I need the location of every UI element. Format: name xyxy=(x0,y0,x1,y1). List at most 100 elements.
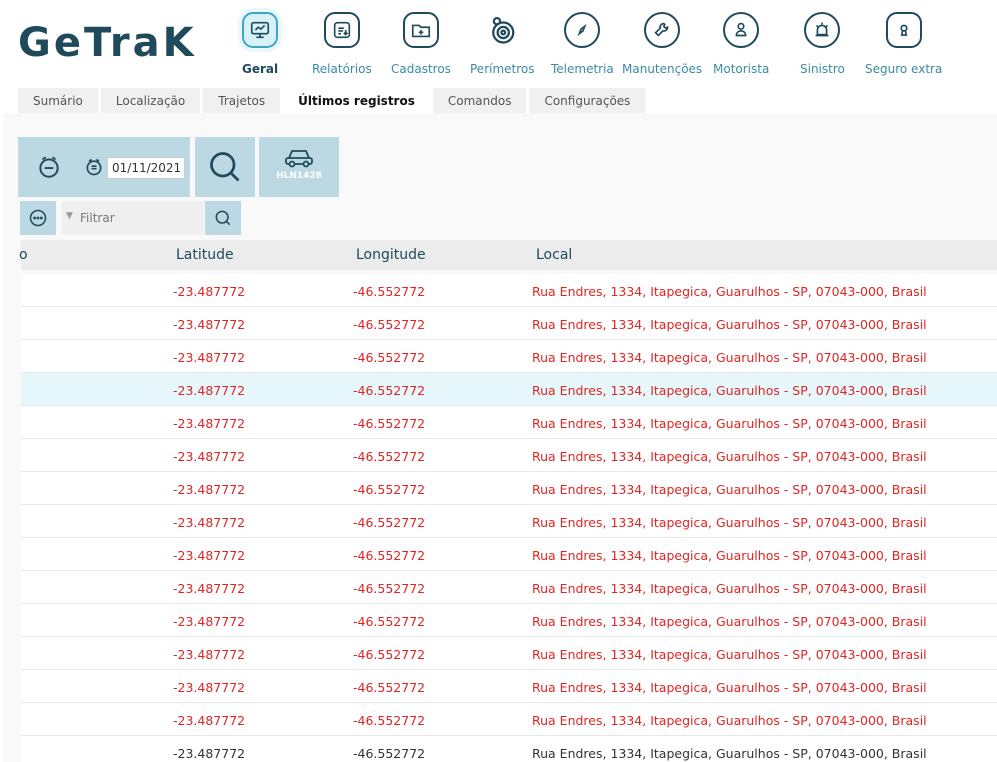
filter-field[interactable]: ▼ xyxy=(62,201,204,235)
table-row[interactable]: -23.487772 -46.552772 Rua Endres, 1334, It… xyxy=(21,472,997,505)
wrench-icon xyxy=(644,12,681,48)
tab-ultimos-registros[interactable]: Últimos registros xyxy=(283,88,430,113)
date-panel: 01/11/2021 xyxy=(18,137,190,197)
table-row[interactable]: -23.487772 -46.552772 Rua Endres, 1334, It… xyxy=(21,439,997,472)
latitude-cell: -23.487772 xyxy=(173,713,246,728)
latitude-cell: -23.487772 xyxy=(173,548,246,563)
table-row[interactable]: -23.487772 -46.552772 Rua Endres, 1334, It… xyxy=(21,505,997,538)
date-input[interactable]: 01/11/2021 xyxy=(107,157,185,179)
nav-item-cadastros[interactable]: Cadastros xyxy=(391,12,451,82)
nav-item-sinistro[interactable]: Sinistro xyxy=(800,12,845,82)
keyhole-icon xyxy=(885,12,922,48)
column-header-local[interactable]: Local xyxy=(536,247,572,263)
nav-label: Perímetros xyxy=(470,62,535,76)
perimeter-icon xyxy=(484,12,521,48)
nav-label: Relatórios xyxy=(312,62,372,76)
local-cell: Rua Endres, 1334, Itapegica, Guarulhos -… xyxy=(532,317,927,332)
column-header-clipped[interactable]: o xyxy=(19,247,28,263)
longitude-cell: -46.552772 xyxy=(353,317,426,332)
monitor-icon xyxy=(242,12,279,48)
clock-icon[interactable] xyxy=(36,154,62,180)
table-row[interactable]: -23.487772 -46.552772 Rua Endres, 1334, It… xyxy=(21,637,997,670)
nav-label: Seguro extra xyxy=(865,62,943,76)
latitude-cell: -23.487772 xyxy=(173,284,246,299)
longitude-cell: -46.552772 xyxy=(353,548,426,563)
nav-item-manutencoes[interactable]: Manutenções xyxy=(622,12,702,82)
latitude-cell: -23.487772 xyxy=(173,614,246,629)
nav-item-perimetros[interactable]: Perímetros xyxy=(470,12,535,82)
nav-label: Telemetria xyxy=(551,62,614,76)
table-row[interactable]: -23.487772 -46.552772 Rua Endres, 1334, It… xyxy=(21,571,997,604)
longitude-cell: -46.552772 xyxy=(353,515,426,530)
tab-sumario[interactable]: Sumário xyxy=(18,88,98,113)
longitude-cell: -46.552772 xyxy=(353,350,426,365)
tab-trajetos[interactable]: Trajetos xyxy=(203,88,281,113)
latitude-cell: -23.487772 xyxy=(173,383,246,398)
column-header-latitude[interactable]: Latitude xyxy=(176,247,234,263)
longitude-cell: -46.552772 xyxy=(353,713,426,728)
tab-localizacao[interactable]: Localização xyxy=(100,88,201,113)
latitude-cell: -23.487772 xyxy=(173,482,246,497)
siren-icon xyxy=(804,12,841,48)
latitude-cell: -23.487772 xyxy=(173,449,246,464)
search-button[interactable] xyxy=(195,137,255,197)
local-cell: Rua Endres, 1334, Itapegica, Guarulhos -… xyxy=(532,383,927,398)
local-cell: Rua Endres, 1334, Itapegica, Guarulhos -… xyxy=(532,350,927,365)
filter-search-button[interactable] xyxy=(205,201,241,235)
folder-plus-icon xyxy=(402,12,439,48)
table-row[interactable]: -23.487772 -46.552772 Rua Endres, 1334, It… xyxy=(21,703,997,736)
nav-label: Manutenções xyxy=(622,62,703,76)
nav-item-motorista[interactable]: Motorista xyxy=(713,12,769,82)
table-row[interactable]: -23.487772 -46.552772 Rua Endres, 1334, It… xyxy=(21,736,997,762)
local-cell: Rua Endres, 1334, Itapegica, Guarulhos -… xyxy=(532,548,927,563)
search-icon xyxy=(215,210,231,226)
filter-input[interactable] xyxy=(80,208,200,228)
nav-item-relatorios[interactable]: Relatórios xyxy=(312,12,372,82)
local-cell: Rua Endres, 1334, Itapegica, Guarulhos -… xyxy=(532,647,927,662)
latitude-cell: -23.487772 xyxy=(173,647,246,662)
table-row[interactable]: -23.487772 -46.552772 Rua Endres, 1334, It… xyxy=(21,406,997,439)
report-icon xyxy=(323,12,360,48)
svg-text:GeTraK: GeTraK xyxy=(18,20,197,64)
table-header: o Latitude Longitude Local xyxy=(19,240,997,270)
local-cell: Rua Endres, 1334, Itapegica, Guarulhos -… xyxy=(532,449,927,464)
driver-icon xyxy=(723,12,760,48)
longitude-cell: -46.552772 xyxy=(353,680,426,695)
nav-item-seguro-extra[interactable]: Seguro extra xyxy=(865,12,942,82)
table-row[interactable]: -23.487772 -46.552772 Rua Endres, 1334, It… xyxy=(21,373,997,406)
longitude-cell: -46.552772 xyxy=(353,746,426,761)
caret-down-icon[interactable]: ▼ xyxy=(66,211,73,221)
vehicle-plate: HLN1428 xyxy=(276,171,322,181)
tab-comandos[interactable]: Comandos xyxy=(432,88,527,113)
table-row[interactable]: -23.487772 -46.552772 Rua Endres, 1334, It… xyxy=(21,307,997,340)
top-header: GeTraK Geral Relatórios Cadastros Períme… xyxy=(0,0,997,85)
table-row[interactable]: -23.487772 -46.552772 Rua Endres, 1334, It… xyxy=(21,670,997,703)
table-row[interactable]: -23.487772 -46.552772 Rua Endres, 1334, It… xyxy=(21,274,997,307)
tab-configuracoes[interactable]: Configurações xyxy=(529,88,646,113)
local-cell: Rua Endres, 1334, Itapegica, Guarulhos -… xyxy=(532,284,927,299)
options-button[interactable] xyxy=(20,201,56,235)
longitude-cell: -46.552772 xyxy=(353,284,426,299)
local-cell: Rua Endres, 1334, Itapegica, Guarulhos -… xyxy=(532,680,927,695)
calendar-clock-icon[interactable] xyxy=(84,157,104,177)
vehicle-button[interactable]: HLN1428 xyxy=(259,137,339,197)
subtabs-bar: Sumário Localização Trajetos Últimos reg… xyxy=(18,88,646,113)
nav-item-telemetria[interactable]: Telemetria xyxy=(551,12,614,82)
longitude-cell: -46.552772 xyxy=(353,416,426,431)
local-cell: Rua Endres, 1334, Itapegica, Guarulhos -… xyxy=(532,614,927,629)
table-row[interactable]: -23.487772 -46.552772 Rua Endres, 1334, It… xyxy=(21,538,997,571)
column-header-longitude[interactable]: Longitude xyxy=(356,247,426,263)
nav-item-geral[interactable]: Geral xyxy=(242,12,278,82)
latitude-cell: -23.487772 xyxy=(173,350,246,365)
getrak-logo[interactable]: GeTraK xyxy=(18,20,223,64)
nav-label: Geral xyxy=(242,62,279,76)
table-row[interactable]: -23.487772 -46.552772 Rua Endres, 1334, It… xyxy=(21,340,997,373)
latitude-cell: -23.487772 xyxy=(173,515,246,530)
local-cell: Rua Endres, 1334, Itapegica, Guarulhos -… xyxy=(532,515,927,530)
longitude-cell: -46.552772 xyxy=(353,614,426,629)
table-row[interactable]: -23.487772 -46.552772 Rua Endres, 1334, It… xyxy=(21,604,997,637)
local-cell: Rua Endres, 1334, Itapegica, Guarulhos -… xyxy=(532,713,927,728)
local-cell: Rua Endres, 1334, Itapegica, Guarulhos -… xyxy=(532,746,927,761)
content-area: 01/11/2021 HLN1428 ▼ o Latitude Longitud… xyxy=(3,113,997,762)
latitude-cell: -23.487772 xyxy=(173,746,246,761)
